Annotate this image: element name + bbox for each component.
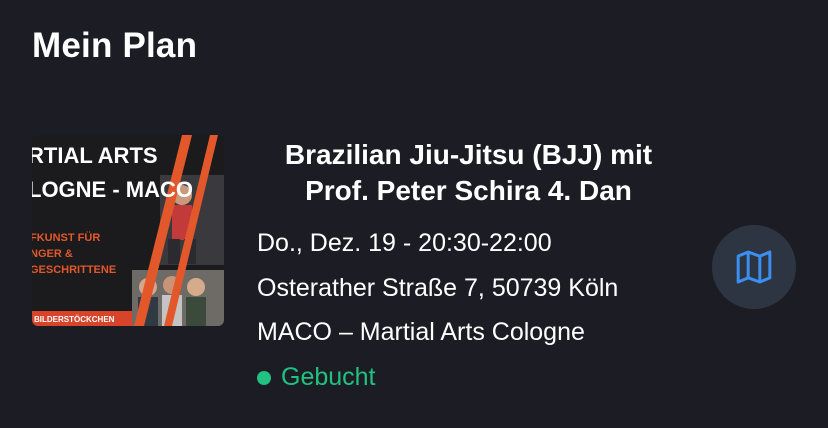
map-icon: [736, 250, 772, 284]
booking-status: Gebucht: [257, 363, 376, 392]
status-dot-icon: [257, 370, 271, 385]
page-title: Mein Plan: [32, 26, 198, 65]
event-card[interactable]: RTIAL ARTS LOGNE - MACO FKUNST FÜR NGER …: [32, 133, 812, 403]
event-datetime: Do., Dez. 19 - 20:30-22:00: [257, 229, 552, 257]
thumbnail-text-3: FKUNST FÜR: [32, 231, 100, 244]
event-address: Osterather Straße 7, 50739 Köln: [257, 274, 619, 302]
event-thumbnail[interactable]: RTIAL ARTS LOGNE - MACO FKUNST FÜR NGER …: [32, 135, 224, 326]
thumbnail-text-6: BILDERSTÖCKCHEN: [34, 315, 115, 324]
event-title[interactable]: Brazilian Jiu-Jitsu (BJJ) mit Prof. Pete…: [257, 137, 680, 209]
event-venue: MACO – Martial Arts Cologne: [257, 318, 585, 346]
thumbnail-text-5: GESCHRITTENE: [32, 264, 116, 276]
thumbnail-text-4: NGER &: [32, 248, 73, 260]
thumbnail-text-2: LOGNE - MACO: [32, 177, 193, 202]
event-thumbnail-image: RTIAL ARTS LOGNE - MACO FKUNST FÜR NGER …: [32, 135, 224, 326]
thumbnail-text-1: RTIAL ARTS: [32, 143, 158, 168]
map-button[interactable]: [712, 225, 796, 309]
booking-status-label: Gebucht: [281, 363, 376, 391]
